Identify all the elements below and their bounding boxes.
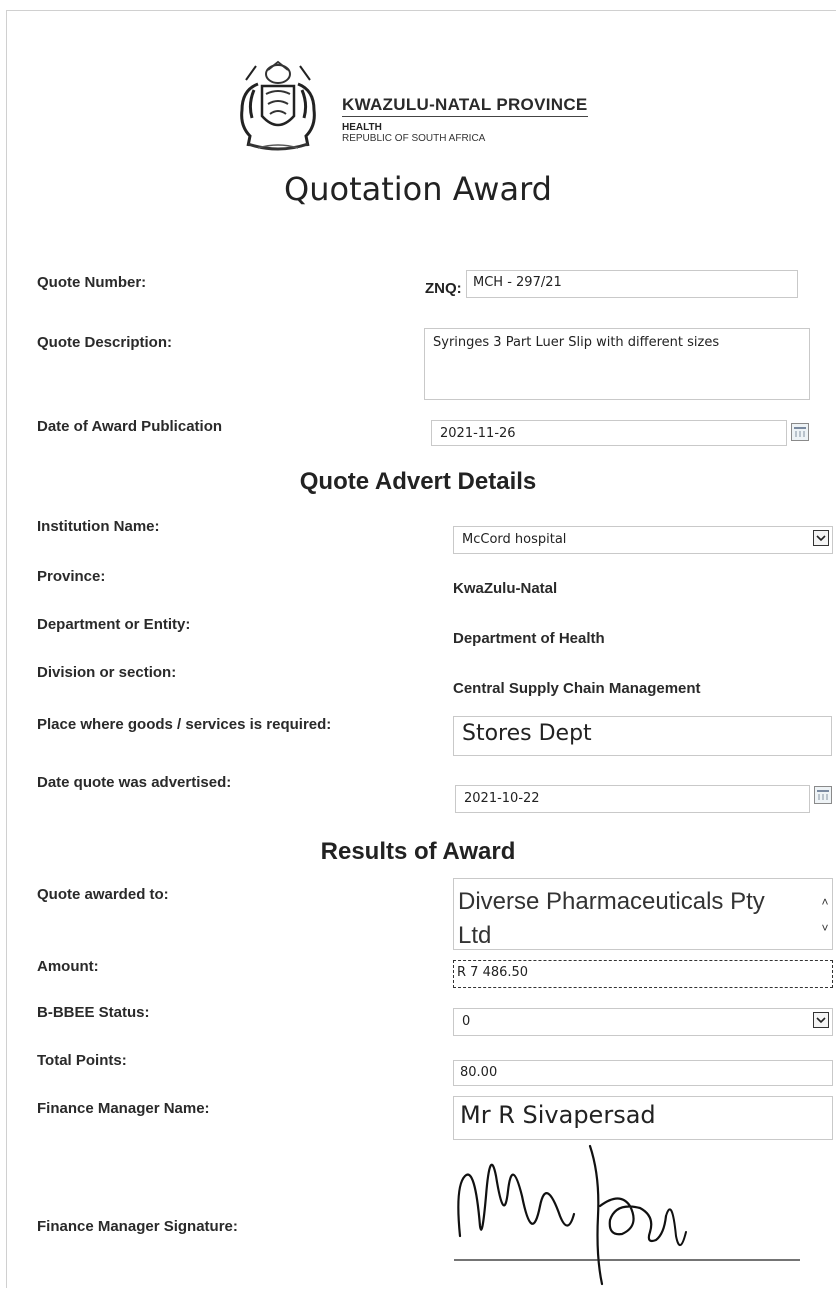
amount-label: Amount:: [37, 958, 99, 975]
division-value: Central Supply Chain Management: [453, 680, 701, 697]
award-date-value: 2021-11-26: [440, 426, 516, 441]
country-name: REPUBLIC OF SOUTH AFRICA: [342, 133, 486, 144]
bbbee-value: 0: [462, 1014, 471, 1029]
finance-manager-value: Mr R Sivapersad: [460, 1101, 656, 1129]
quote-number-field[interactable]: MCH - 297/21: [466, 270, 798, 298]
amount-field[interactable]: R 7 486.50: [453, 960, 833, 988]
quote-description-label: Quote Description:: [37, 334, 173, 351]
department-value: Department of Health: [453, 630, 605, 647]
page-title: Quotation Award: [284, 170, 552, 208]
quote-description-value: Syringes 3 Part Luer Slip with different…: [433, 335, 720, 350]
quote-number-label: Quote Number:: [37, 274, 147, 291]
province-name: KWAZULU-NATAL PROVINCE: [342, 95, 588, 117]
award-date-label: Date of Award Publication: [37, 418, 223, 435]
total-points-label: Total Points:: [37, 1052, 127, 1069]
total-points-value: 80.00: [460, 1065, 498, 1080]
awarded-to-label: Quote awarded to:: [37, 886, 169, 903]
advertised-date-value: 2021-10-22: [464, 791, 540, 806]
quote-number-prefix: ZNQ:: [425, 280, 462, 297]
awarded-to-value-line2: Ltd: [458, 922, 492, 949]
coat-of-arms-icon: [228, 60, 328, 156]
bbbee-select[interactable]: 0: [453, 1008, 833, 1036]
finance-manager-field[interactable]: Mr R Sivapersad: [453, 1096, 833, 1140]
scroll-arrows-icon[interactable]: ˄ ˅: [818, 893, 832, 941]
department-name: HEALTH: [342, 122, 382, 133]
province-label: Province:: [37, 568, 106, 585]
institution-select[interactable]: McCord hospital: [453, 526, 833, 554]
calendar-icon[interactable]: [814, 786, 832, 804]
division-label: Division or section:: [37, 664, 177, 681]
chevron-down-icon[interactable]: [813, 1012, 829, 1028]
province-value: KwaZulu-Natal: [453, 580, 558, 597]
place-field[interactable]: Stores Dept: [453, 716, 832, 756]
quote-number-value: MCH - 297/21: [473, 275, 562, 290]
institution-value: McCord hospital: [462, 532, 567, 547]
advertised-date-label: Date quote was advertised:: [37, 774, 232, 791]
results-heading: Results of Award: [320, 838, 516, 865]
advertised-date-field[interactable]: 2021-10-22: [455, 785, 810, 813]
award-date-field[interactable]: 2021-11-26: [431, 420, 787, 446]
bbbee-label: B-BBEE Status:: [37, 1004, 150, 1021]
chevron-down-icon[interactable]: [813, 530, 829, 546]
department-label: Department or Entity:: [37, 616, 191, 633]
awarded-to-value-line1: Diverse Pharmaceuticals Pty: [458, 888, 765, 915]
handwritten-signature: [450, 1136, 810, 1286]
calendar-icon[interactable]: [791, 423, 809, 441]
signature-label: Finance Manager Signature:: [37, 1218, 238, 1235]
finance-manager-label: Finance Manager Name:: [37, 1100, 210, 1117]
advert-heading: Quote Advert Details: [299, 468, 537, 495]
quote-description-field[interactable]: Syringes 3 Part Luer Slip with different…: [424, 328, 810, 400]
awarded-to-field[interactable]: Diverse Pharmaceuticals Pty Ltd: [453, 878, 833, 950]
amount-value: R 7 486.50: [457, 965, 529, 980]
total-points-field[interactable]: 80.00: [453, 1060, 833, 1086]
place-label: Place where goods / services is required…: [37, 716, 332, 733]
institution-label: Institution Name:: [37, 518, 160, 535]
place-value: Stores Dept: [462, 721, 592, 746]
